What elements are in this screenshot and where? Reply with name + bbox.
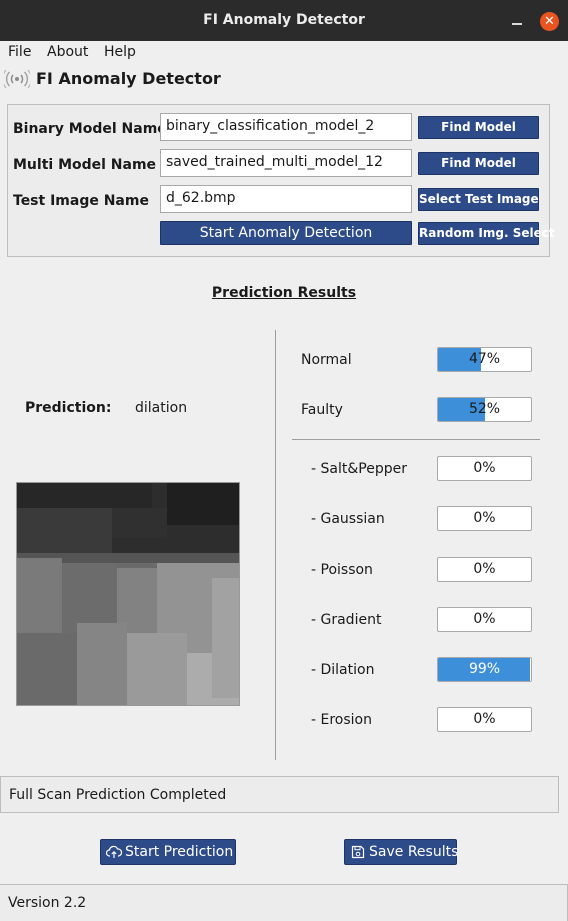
class-bar-salt-pepper: 0% [437, 456, 532, 481]
class-bar-gradient: 0% [437, 607, 532, 632]
random-image-select-button[interactable]: Random Img. Select [418, 222, 555, 245]
prediction-value: dilation [135, 400, 188, 416]
binary-model-label: Binary Model Name [13, 121, 167, 137]
class-bar-gaussian: 0% [437, 506, 532, 531]
class-label-gradient: - Gradient [311, 612, 382, 628]
class-label-dilation: - Dilation [311, 662, 375, 678]
save-results-button[interactable]: Save Results [344, 839, 459, 865]
close-icon[interactable]: ✕ [540, 12, 559, 31]
status-bar: Full Scan Prediction Completed [0, 776, 559, 813]
class-label-erosion: - Erosion [311, 712, 372, 728]
window-titlebar: FI Anomaly Detector ✕ [0, 0, 568, 41]
class-bar-dilation: 99% [437, 657, 532, 682]
normal-progress-bar: 47% [437, 347, 532, 372]
class-bar-poisson: 0% [437, 557, 532, 582]
cloud-upload-icon [106, 845, 122, 858]
test-image-preview [16, 482, 240, 706]
find-binary-model-button[interactable]: Find Model [418, 116, 539, 139]
faulty-progress-bar: 52% [437, 397, 532, 422]
version-footer: Version 2.2 [0, 884, 568, 921]
class-percentage: 0% [473, 611, 496, 627]
signal-waves-icon [4, 70, 30, 88]
model-config-panel: Binary Model Name binary_classification_… [7, 104, 555, 257]
test-image-field[interactable]: d_62.bmp [160, 185, 412, 213]
class-percentage: 0% [473, 510, 496, 526]
select-test-image-button[interactable]: Select Test Image [418, 188, 539, 211]
vertical-divider [275, 330, 276, 760]
prediction-results-title: Prediction Results [211, 285, 357, 301]
start-prediction-label: Start Prediction [125, 844, 234, 860]
start-prediction-button[interactable]: Start Prediction [100, 839, 236, 865]
start-anomaly-detection-button[interactable]: Start Anomaly Detection [160, 221, 412, 245]
class-label-salt-pepper: - Salt&Pepper [311, 461, 407, 477]
horizontal-divider [292, 439, 540, 440]
class-percentage: 0% [473, 561, 496, 577]
prediction-label: Prediction: [25, 400, 112, 416]
version-text: Version 2.2 [8, 895, 87, 911]
faulty-percentage: 52% [468, 401, 501, 417]
save-icon [351, 845, 365, 859]
window-title: FI Anomaly Detector [203, 12, 365, 28]
class-bar-erosion: 0% [437, 707, 532, 732]
class-percentage: 0% [473, 711, 496, 727]
binary-model-field[interactable]: binary_classification_model_2 [160, 113, 412, 141]
normal-label: Normal [301, 352, 352, 368]
class-label-gaussian: - Gaussian [311, 511, 385, 527]
class-percentage: 99% [468, 661, 501, 677]
save-results-label: Save Results [369, 844, 459, 860]
menubar: File About Help [0, 41, 568, 63]
multi-model-label: Multi Model Name [13, 157, 157, 173]
faulty-label: Faulty [301, 402, 343, 418]
find-multi-model-button[interactable]: Find Model [418, 152, 539, 175]
status-text: Full Scan Prediction Completed [9, 787, 227, 803]
normal-percentage: 47% [468, 351, 501, 367]
class-percentage: 0% [473, 460, 496, 476]
menu-help[interactable]: Help [104, 44, 136, 60]
multi-model-field[interactable]: saved_trained_multi_model_12 [160, 149, 412, 177]
class-label-poisson: - Poisson [311, 562, 373, 578]
menu-about[interactable]: About [47, 44, 88, 60]
test-image-label: Test Image Name [13, 193, 149, 209]
app-title: FI Anomaly Detector [36, 69, 221, 88]
menu-file[interactable]: File [8, 44, 31, 60]
minimize-icon[interactable] [512, 10, 524, 30]
